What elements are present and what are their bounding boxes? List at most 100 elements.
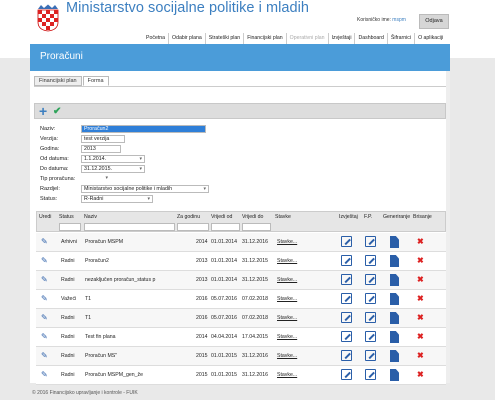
table-row[interactable]: ✎ Radni T1 2016 05.07.2016 07.02.2018 Stavke..…	[36, 309, 446, 328]
filter-od-input[interactable]	[211, 223, 240, 231]
report-icon[interactable]	[341, 312, 352, 323]
naziv-label: Naziv:	[40, 126, 56, 132]
generate-document-icon[interactable]	[390, 236, 399, 248]
od-datuma-picker[interactable]: 1.1.2014.	[81, 155, 145, 163]
naziv-input[interactable]: Proračun2	[81, 125, 206, 133]
logout-button[interactable]: Odjava	[419, 14, 449, 29]
table-row[interactable]: ✎ Radni nezaključen proračun_status p 2013 0…	[36, 271, 446, 290]
stavke-link[interactable]: Stavke...	[277, 258, 297, 264]
filter-godina-input[interactable]	[177, 223, 209, 231]
menu-item-strateski-plan[interactable]: Strateški plan	[204, 33, 243, 44]
edit-pencil-icon[interactable]: ✎	[41, 256, 48, 265]
stavke-link[interactable]: Stavke...	[277, 315, 297, 321]
financial-plan-icon[interactable]	[365, 369, 376, 380]
menu-item-pocetna[interactable]: Početna	[143, 33, 168, 44]
confirm-icon[interactable]: ✔	[53, 104, 61, 120]
user-name-link[interactable]: mspm	[392, 17, 406, 23]
table-row[interactable]: ✎ Radni Test fin plana 2014 04.04.2014 17.04.…	[36, 328, 446, 347]
menu-item-dashboard[interactable]: Dashboard	[354, 33, 386, 44]
status-select[interactable]: R-Radni	[81, 195, 153, 203]
delete-icon[interactable]: ✖	[417, 256, 424, 265]
edit-pencil-icon[interactable]: ✎	[41, 275, 48, 284]
razdjel-select[interactable]: Ministarstvo socijalne politike i mladih	[81, 185, 209, 193]
col-uredi[interactable]: Uredi	[39, 214, 51, 220]
filter-status-input[interactable]	[59, 223, 81, 231]
delete-icon[interactable]: ✖	[417, 351, 424, 360]
financial-plan-icon[interactable]	[365, 312, 376, 323]
delete-icon[interactable]: ✖	[417, 313, 424, 322]
report-icon[interactable]	[341, 274, 352, 285]
generate-document-icon[interactable]	[390, 331, 399, 343]
generate-document-icon[interactable]	[390, 293, 399, 305]
financial-plan-icon[interactable]	[365, 236, 376, 247]
financial-plan-icon[interactable]	[365, 350, 376, 361]
stavke-link[interactable]: Stavke...	[277, 277, 297, 283]
delete-icon[interactable]: ✖	[417, 237, 424, 246]
vertical-scrollbar[interactable]	[446, 71, 450, 383]
tab-forma[interactable]: Forma	[82, 76, 109, 86]
menu-item-financijski-plan[interactable]: Financijski plan	[243, 33, 285, 44]
table-row[interactable]: ✎ Arhivni Proračun MSPM 2014 01.01.2014 31.12…	[36, 233, 446, 252]
do-datuma-picker[interactable]: 31.12.2015.	[81, 165, 145, 173]
report-icon[interactable]	[341, 293, 352, 304]
col-brisanje: Brisanje	[413, 214, 432, 220]
report-icon[interactable]	[341, 331, 352, 342]
report-icon[interactable]	[341, 236, 352, 247]
delete-icon[interactable]: ✖	[417, 370, 424, 379]
edit-pencil-icon[interactable]: ✎	[41, 370, 48, 379]
stavke-link[interactable]: Stavke...	[277, 372, 297, 378]
menu-item-odabir-plana[interactable]: Odabir plana	[168, 33, 205, 44]
filter-do-input[interactable]	[242, 223, 271, 231]
row-vrijedi-od: 05.07.2016	[211, 315, 237, 321]
godina-input[interactable]: 2013	[81, 145, 121, 153]
generate-document-icon[interactable]	[390, 274, 399, 286]
stavke-link[interactable]: Stavke...	[277, 334, 297, 340]
report-icon[interactable]	[341, 255, 352, 266]
tip-proracuna-select[interactable]	[84, 175, 110, 183]
financial-plan-icon[interactable]	[365, 293, 376, 304]
tab-financijski-plan[interactable]: Financijski plan	[34, 76, 82, 86]
delete-icon[interactable]: ✖	[417, 332, 424, 341]
col-status[interactable]: Status	[59, 214, 74, 220]
verzija-input[interactable]: test verzija	[81, 135, 125, 143]
delete-icon[interactable]: ✖	[417, 275, 424, 284]
table-row[interactable]: ✎ Važeći T1 2016 05.07.2016 07.02.2018 Stavke.…	[36, 290, 446, 309]
form-row-status: Status: R-Radni	[40, 195, 250, 204]
report-icon[interactable]	[341, 350, 352, 361]
financial-plan-icon[interactable]	[365, 331, 376, 342]
row-naziv: T1	[85, 296, 92, 302]
col-vrijedi-od[interactable]: Vrijedi od	[211, 214, 232, 220]
menu-item-izvjestaji[interactable]: Izvještaji	[327, 33, 355, 44]
edit-pencil-icon[interactable]: ✎	[41, 351, 48, 360]
col-naziv[interactable]: Naziv	[84, 214, 97, 220]
page-banner: Proračuni	[30, 44, 450, 71]
add-icon[interactable]: +	[39, 103, 47, 119]
edit-pencil-icon[interactable]: ✎	[41, 332, 48, 341]
do-datuma-label: Do datuma:	[40, 166, 69, 172]
form-row-godina: Godina: 2013	[40, 145, 250, 154]
financial-plan-icon[interactable]	[365, 255, 376, 266]
generate-document-icon[interactable]	[390, 369, 399, 381]
edit-pencil-icon[interactable]: ✎	[41, 237, 48, 246]
edit-pencil-icon[interactable]: ✎	[41, 313, 48, 322]
menu-item-o-aplikaciji[interactable]: O aplikaciji	[414, 33, 446, 44]
menu-item-sifrarnici[interactable]: Šifrarnici	[386, 33, 414, 44]
row-vrijedi-do: 31.12.2016	[242, 353, 268, 359]
report-icon[interactable]	[341, 369, 352, 380]
delete-icon[interactable]: ✖	[417, 294, 424, 303]
col-vrijedi-do[interactable]: Vrijedi do	[242, 214, 263, 220]
generate-document-icon[interactable]	[390, 255, 399, 267]
generate-document-icon[interactable]	[390, 350, 399, 362]
stavke-link[interactable]: Stavke...	[277, 353, 297, 359]
table-row[interactable]: ✎ Radni Proračun MS" 2015 01.01.2015 31.12.20…	[36, 347, 446, 366]
stavke-link[interactable]: Stavke...	[277, 296, 297, 302]
edit-pencil-icon[interactable]: ✎	[41, 294, 48, 303]
col-za-godinu[interactable]: Za godinu	[177, 214, 200, 220]
table-row[interactable]: ✎ Radni Proračun MSPM_gen_že 2015 01.01.2015…	[36, 366, 446, 385]
row-naziv: Proračun MS"	[85, 353, 118, 359]
table-row[interactable]: ✎ Radni Proračun2 2013 01.01.2014 31.12.2015 S…	[36, 252, 446, 271]
filter-naziv-input[interactable]	[84, 223, 175, 231]
financial-plan-icon[interactable]	[365, 274, 376, 285]
stavke-link[interactable]: Stavke...	[277, 239, 297, 245]
generate-document-icon[interactable]	[390, 312, 399, 324]
